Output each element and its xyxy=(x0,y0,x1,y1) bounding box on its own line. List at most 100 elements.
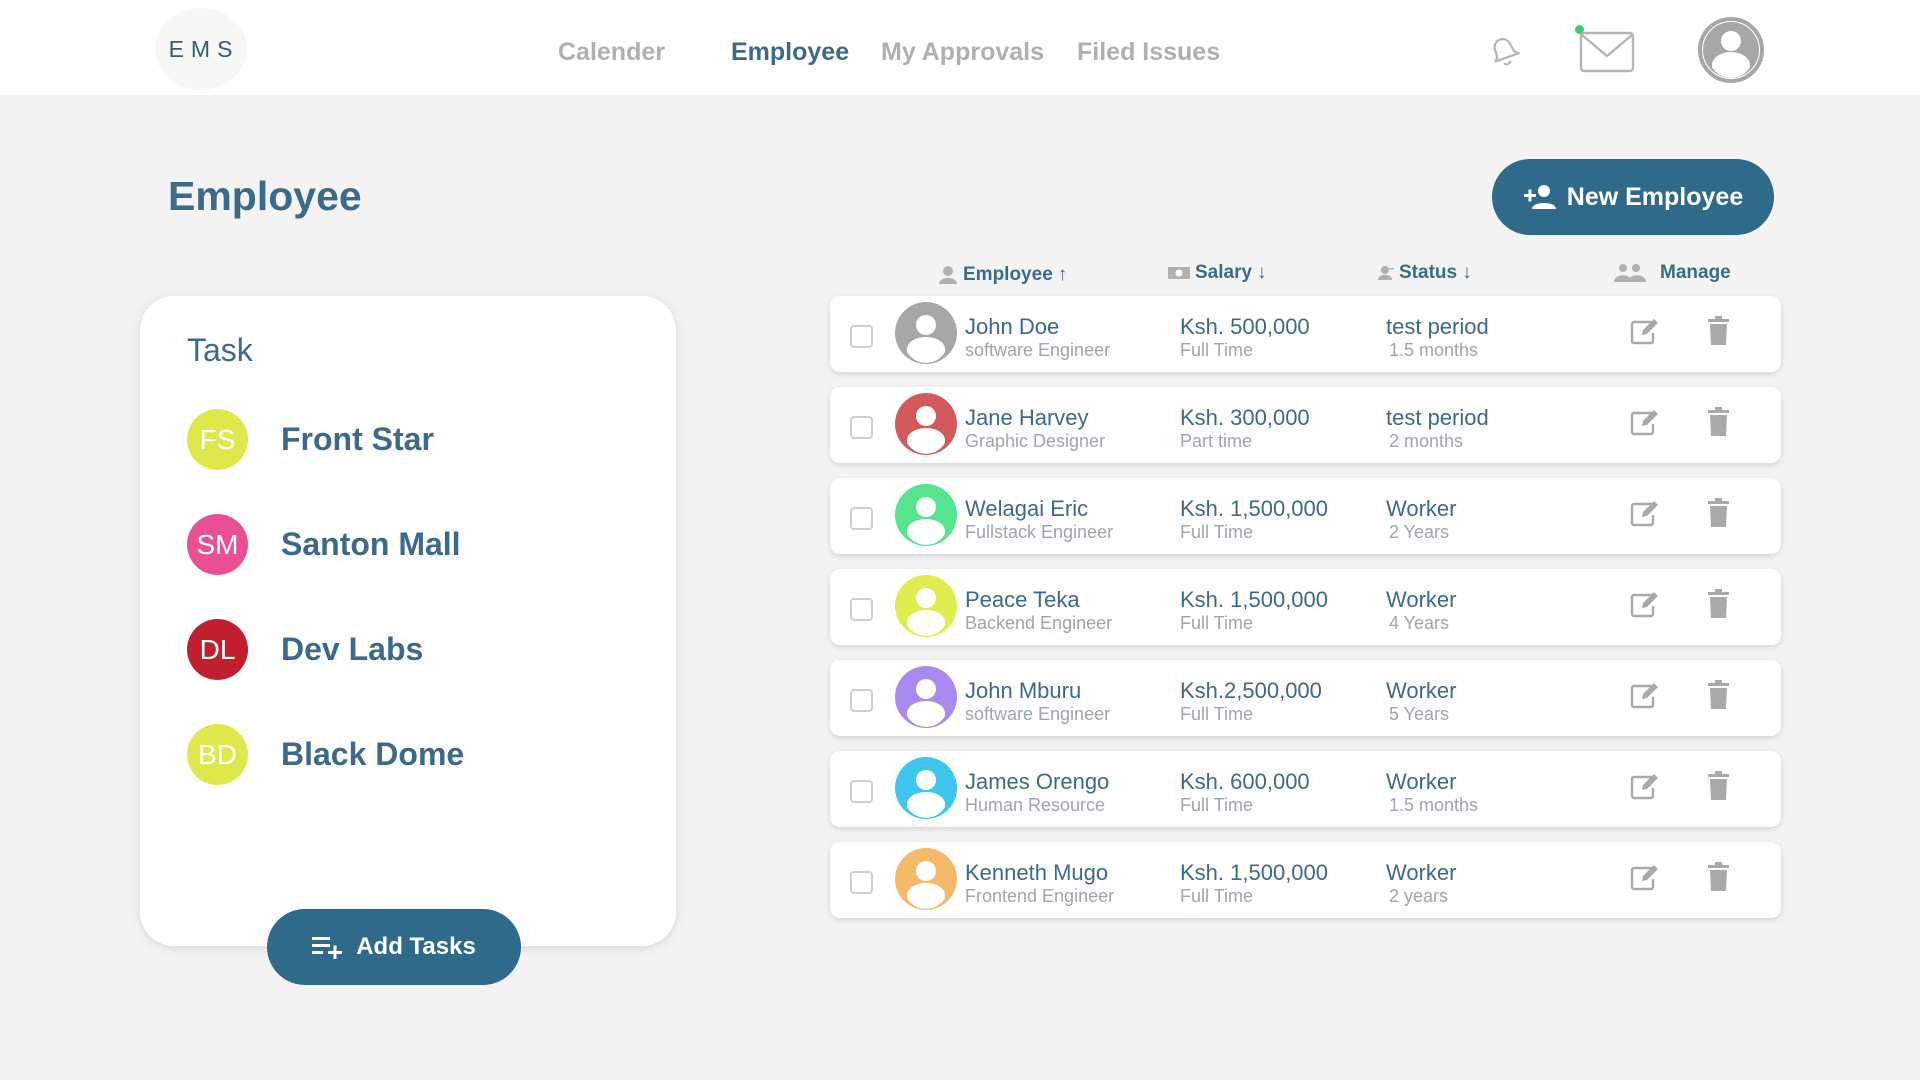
task-item-dev-labs[interactable]: DL Dev Labs xyxy=(187,619,423,680)
employee-cell: Kenneth Mugo Frontend Engineer xyxy=(965,862,1115,906)
employee-avatar-icon xyxy=(895,848,957,910)
edit-icon[interactable] xyxy=(1630,864,1660,891)
delete-icon[interactable] xyxy=(1708,680,1729,709)
status-cell: Worker 1.5 months xyxy=(1386,771,1478,815)
delete-icon[interactable] xyxy=(1708,589,1729,618)
employee-avatar-icon xyxy=(895,302,957,364)
column-header-salary[interactable]: Salary ↓ xyxy=(1168,262,1267,284)
delete-icon[interactable] xyxy=(1708,407,1729,436)
status-duration: 4 Years xyxy=(1389,613,1450,633)
column-header-employee[interactable]: Employee ↑ xyxy=(938,264,1067,286)
status-duration: 2 years xyxy=(1389,886,1449,906)
status-label: test period xyxy=(1386,405,1489,430)
nav-filed-issues[interactable]: Filed Issues xyxy=(1077,38,1220,67)
task-name: Dev Labs xyxy=(281,631,424,667)
edit-icon[interactable] xyxy=(1630,500,1660,527)
new-employee-label: New Employee xyxy=(1566,182,1744,211)
employee-avatar-icon xyxy=(895,666,957,728)
salary-amount: Ksh. 1,500,000 xyxy=(1180,860,1329,885)
row-checkbox[interactable] xyxy=(850,780,873,803)
salary-amount: Ksh. 600,000 xyxy=(1180,769,1310,794)
status-cell: Worker 4 Years xyxy=(1386,589,1457,633)
column-header-manage: Manage xyxy=(1614,262,1731,284)
status-cell: test period 1.5 months xyxy=(1386,314,1489,360)
column-header-status[interactable]: Status ↓ xyxy=(1378,262,1472,284)
nav-my-approvals[interactable]: My Approvals xyxy=(881,38,1044,67)
employee-cell: John Doe software Engineer xyxy=(965,316,1111,360)
task-item-santon-mall[interactable]: SM Santon Mall xyxy=(187,514,461,575)
mail-icon[interactable] xyxy=(1578,28,1638,76)
employee-avatar-icon xyxy=(895,393,957,455)
row-checkbox[interactable] xyxy=(850,325,873,348)
add-tasks-button[interactable]: Add Tasks xyxy=(267,909,521,985)
edit-icon[interactable] xyxy=(1630,682,1660,709)
table-row[interactable]: Kenneth Mugo Frontend Engineer Ksh. 1,500,… xyxy=(830,842,1781,918)
salary-cell: Ksh. 600,000 Full Time xyxy=(1180,769,1310,815)
salary-amount: Ksh. 500,000 xyxy=(1180,314,1310,339)
user-avatar-icon[interactable] xyxy=(1698,17,1764,83)
bell-icon[interactable] xyxy=(1484,32,1524,72)
new-employee-button[interactable]: New Employee xyxy=(1492,159,1774,235)
status-duration: 1.5 months xyxy=(1389,340,1479,360)
delete-icon[interactable] xyxy=(1708,316,1729,345)
edit-icon[interactable] xyxy=(1630,318,1660,345)
column-label: Manage xyxy=(1660,262,1731,283)
employee-cell: Welagai Eric Fullstack Engineer xyxy=(965,496,1113,542)
row-checkbox[interactable] xyxy=(850,416,873,439)
nav-calender[interactable]: Calender xyxy=(558,38,665,67)
employee-role: Graphic Designer xyxy=(965,431,1106,451)
table-row[interactable]: John Doe software Engineer Ksh. 500,000 Ful… xyxy=(830,296,1781,372)
playlist-add-icon xyxy=(312,937,343,959)
employee-role: Human Resource xyxy=(965,795,1106,815)
status-label: Worker xyxy=(1386,678,1457,703)
row-checkbox[interactable] xyxy=(850,507,873,530)
employment-type: Full Time xyxy=(1180,795,1254,815)
status-label: test period xyxy=(1386,314,1489,339)
employee-avatar-icon xyxy=(895,575,957,637)
top-header: EMS Calender Employee My Approvals Filed… xyxy=(0,0,1920,95)
row-checkbox[interactable] xyxy=(850,871,873,894)
employee-avatar-icon xyxy=(895,484,957,546)
delete-icon[interactable] xyxy=(1708,498,1729,527)
column-label: Status xyxy=(1399,262,1458,283)
salary-cell: Ksh. 1,500,000 Full Time xyxy=(1180,589,1328,633)
employment-type: Full Time xyxy=(1180,704,1254,724)
employment-type: Part time xyxy=(1180,431,1253,451)
delete-icon[interactable] xyxy=(1708,771,1729,800)
task-item-black-dome[interactable]: BD Black Dome xyxy=(187,724,464,785)
status-duration: 2 months xyxy=(1389,431,1464,451)
task-avatar: DL xyxy=(187,619,248,680)
employee-cell: John Mburu software Engineer xyxy=(965,680,1110,724)
edit-icon[interactable] xyxy=(1630,409,1660,436)
status-cell: Worker 2 years xyxy=(1386,862,1457,906)
table-row[interactable]: John Mburu software Engineer Ksh.2,500,000… xyxy=(830,660,1781,736)
table-row[interactable]: Jane Harvey Graphic Designer Ksh. 300,000 P… xyxy=(830,387,1781,463)
employment-type: Full Time xyxy=(1180,522,1254,542)
status-label: Worker xyxy=(1386,496,1457,521)
ems-logo[interactable]: EMS xyxy=(155,8,247,90)
sort-arrow-icon: ↓ xyxy=(1257,262,1267,283)
employee-name: Welagai Eric xyxy=(965,496,1089,521)
task-item-front-star[interactable]: FS Front Star xyxy=(187,409,434,470)
status-cell: Worker 5 Years xyxy=(1386,678,1457,724)
delete-icon[interactable] xyxy=(1708,862,1729,891)
column-label: Salary xyxy=(1195,262,1253,283)
edit-icon[interactable] xyxy=(1630,591,1660,618)
salary-cell: Ksh.2,500,000 Full Time xyxy=(1180,680,1322,724)
nav-employee[interactable]: Employee xyxy=(731,38,849,67)
table-row[interactable]: Peace Teka Backend Engineer Ksh. 1,500,000… xyxy=(830,569,1781,645)
table-row[interactable]: James Orengo Human Resource Ksh. 600,000 Fu… xyxy=(830,751,1781,827)
sort-arrow-icon: ↑ xyxy=(1057,264,1068,285)
salary-cell: Ksh. 1,500,000 Full Time xyxy=(1180,860,1329,906)
row-checkbox[interactable] xyxy=(850,689,873,712)
page-title: Employee xyxy=(168,173,362,219)
employee-role: Frontend Engineer xyxy=(965,886,1115,906)
employee-role: software Engineer xyxy=(965,340,1111,360)
employee-name: Peace Teka xyxy=(965,587,1080,612)
edit-icon[interactable] xyxy=(1630,773,1660,800)
table-row[interactable]: Welagai Eric Fullstack Engineer Ksh. 1,500… xyxy=(830,478,1781,554)
task-panel: Task FS Front Star SM Santon Mall DL Dev… xyxy=(140,296,676,946)
salary-amount: Ksh. 1,500,000 xyxy=(1180,496,1329,521)
task-avatar: SM xyxy=(187,514,248,575)
row-checkbox[interactable] xyxy=(850,598,873,621)
